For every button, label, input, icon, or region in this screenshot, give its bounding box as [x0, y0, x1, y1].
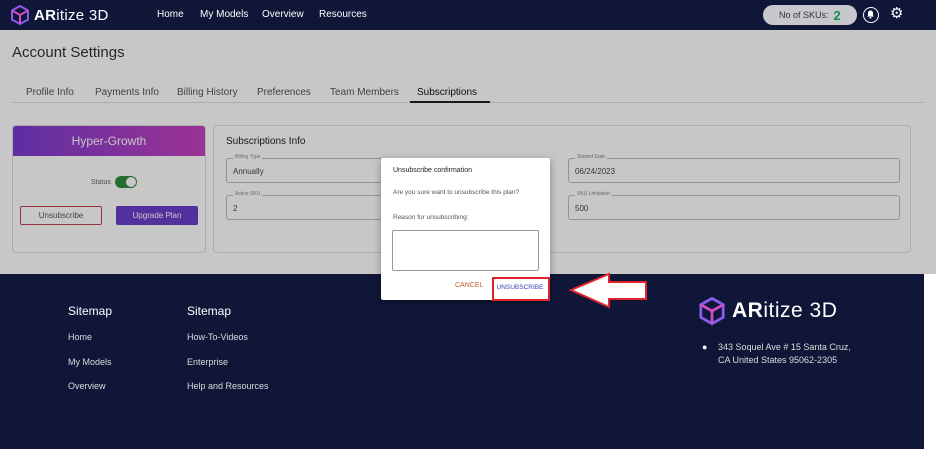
footer-brand-name: ARitize 3D	[732, 299, 838, 322]
nav-my-models[interactable]: My Models	[200, 9, 248, 20]
brand-name: ARitize 3D	[34, 6, 109, 24]
dialog-question: Are you sure want to unsubscribe this pl…	[393, 189, 520, 196]
brand-logo[interactable]: ARitize 3D	[10, 5, 109, 25]
bottom-strip	[0, 449, 924, 462]
cancel-button[interactable]: CANCEL	[455, 282, 483, 289]
settings-gear-icon[interactable]: ⚙	[890, 6, 903, 22]
red-arrow-annotation	[568, 272, 647, 309]
footer: Sitemap Home My Models Overview Sitemap …	[0, 274, 924, 449]
footer-link-my-models[interactable]: My Models	[68, 357, 112, 367]
nav-resources[interactable]: Resources	[319, 9, 367, 20]
company-address: 343 Soquel Ave # 15 Santa Cruz, CA Unite…	[718, 341, 851, 367]
sku-value: 2	[833, 7, 841, 23]
footer-link-help-resources[interactable]: Help and Resources	[187, 381, 269, 391]
address-line-2: CA United States 95062-2305	[718, 355, 838, 365]
footer-link-home[interactable]: Home	[68, 332, 92, 342]
footer-link-enterprise[interactable]: Enterprise	[187, 357, 228, 367]
highlight-box	[492, 277, 550, 301]
notification-bell-icon[interactable]	[863, 7, 879, 23]
cube-logo-icon	[699, 296, 725, 326]
footer-link-how-to-videos[interactable]: How-To-Videos	[187, 332, 248, 342]
address-line-1: 343 Soquel Ave # 15 Santa Cruz,	[718, 342, 851, 352]
cube-logo-icon	[11, 5, 29, 25]
top-navbar: ARitize 3D Home My Models Overview Resou…	[0, 0, 936, 30]
footer-sitemap-title-2: Sitemap	[187, 304, 232, 318]
sku-label: No of SKUs:	[779, 10, 829, 20]
nav-overview[interactable]: Overview	[262, 9, 304, 20]
reason-label: Reason for unsubscribing:	[393, 214, 469, 221]
footer-brand-logo: ARitize 3D	[698, 296, 837, 326]
reason-textarea[interactable]	[392, 230, 539, 271]
nav-home[interactable]: Home	[157, 9, 184, 20]
sku-counter: No of SKUs: 2	[763, 5, 857, 25]
footer-sitemap-title-1: Sitemap	[68, 304, 113, 318]
dialog-title: Unsubscribe confirmation	[393, 167, 472, 174]
page-edge	[924, 274, 936, 462]
location-pin-icon: ●	[702, 342, 708, 352]
footer-link-overview[interactable]: Overview	[68, 381, 106, 391]
